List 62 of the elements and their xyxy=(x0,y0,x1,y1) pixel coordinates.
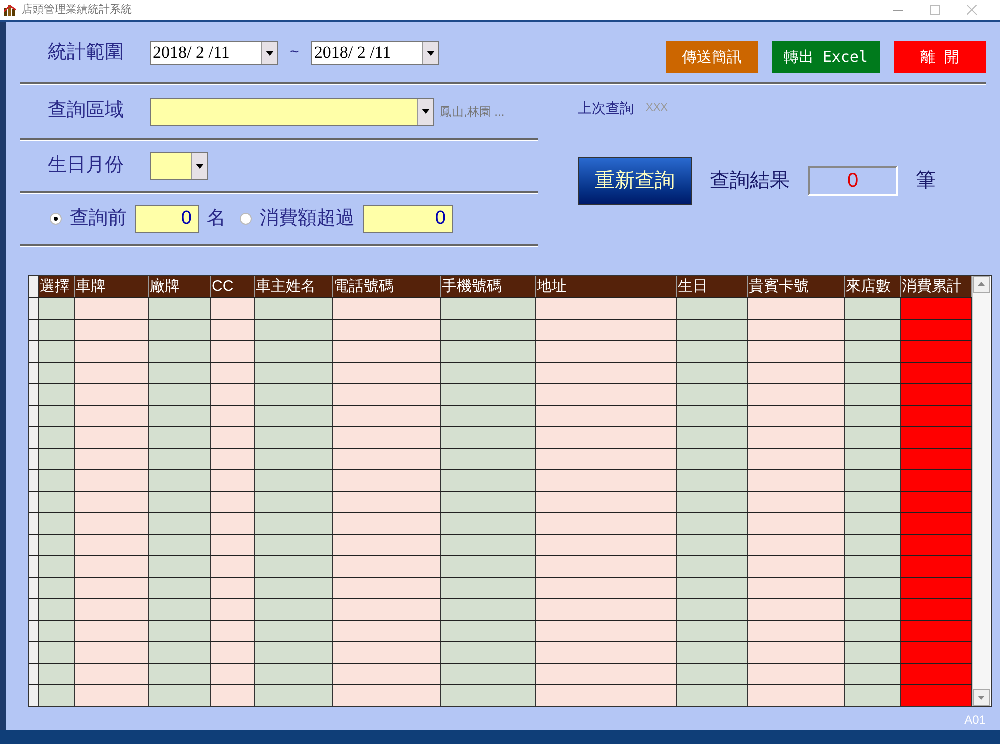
field-label: 生日月份 xyxy=(48,154,125,178)
result-unit: 筆 xyxy=(916,169,936,194)
action-button[interactable]: 離 開 xyxy=(894,41,986,73)
field-label: 查詢區域 xyxy=(48,99,125,124)
result-count: 0 xyxy=(808,166,898,196)
column-header[interactable]: CC xyxy=(211,276,255,297)
column-header[interactable]: 貴賓卡號 xyxy=(748,276,845,297)
row-header[interactable] xyxy=(29,470,39,490)
last-query-value: XXX xyxy=(646,100,668,116)
range-separator: ~ xyxy=(289,43,300,63)
row-header[interactable] xyxy=(29,427,39,448)
date-picker[interactable]: 2018/ 2 /11 xyxy=(311,41,440,65)
row-header[interactable] xyxy=(29,320,39,340)
row-header[interactable] xyxy=(29,578,39,598)
number-field[interactable]: 0 xyxy=(135,205,199,233)
scroll-down-icon[interactable] xyxy=(973,688,990,706)
row-header[interactable] xyxy=(29,556,39,576)
row-header[interactable] xyxy=(29,384,39,404)
row-header[interactable] xyxy=(29,685,39,706)
option-label: 查詢前 xyxy=(70,206,127,231)
column-header[interactable]: 選擇 xyxy=(39,276,75,297)
column-header[interactable]: 車牌 xyxy=(75,276,149,297)
number-field[interactable]: 0 xyxy=(363,205,453,233)
area-dropdown[interactable] xyxy=(150,98,434,126)
column-header[interactable]: 生日 xyxy=(677,276,748,297)
row-header[interactable] xyxy=(29,664,39,684)
row-header[interactable] xyxy=(29,298,39,318)
radio-button[interactable] xyxy=(240,213,252,225)
column-header[interactable]: 電話號碼 xyxy=(333,276,441,297)
requery-button[interactable]: 重新查詢 xyxy=(578,157,692,205)
corner-header[interactable] xyxy=(29,276,39,297)
row-header[interactable] xyxy=(29,620,39,641)
column-header[interactable]: 手機號碼 xyxy=(441,276,536,297)
action-button[interactable]: 傳送簡訊 xyxy=(666,41,758,73)
option-unit: 名 xyxy=(207,206,227,231)
scrollbar[interactable] xyxy=(972,276,990,706)
column-header[interactable]: 地址 xyxy=(536,276,677,297)
last-query-label: 上次查詢 xyxy=(578,98,634,118)
field-label: 統計範圍 xyxy=(48,40,125,65)
date-picker[interactable]: 2018/ 2 /11 xyxy=(150,41,278,65)
chart-icon xyxy=(4,4,18,16)
column-header[interactable]: 來店數 xyxy=(845,276,901,297)
action-button[interactable]: 轉出 Excel xyxy=(772,41,880,73)
scroll-up-icon[interactable] xyxy=(973,276,990,293)
row-header[interactable] xyxy=(29,534,39,555)
row-header[interactable] xyxy=(29,599,39,620)
row-header[interactable] xyxy=(29,448,39,469)
row-header[interactable] xyxy=(29,406,39,426)
row-header[interactable] xyxy=(29,362,39,383)
option-label: 消費額超過 xyxy=(260,206,355,231)
column-header[interactable]: 廠牌 xyxy=(149,276,211,297)
result-label: 查詢結果 xyxy=(710,169,790,194)
row-header[interactable] xyxy=(29,341,39,362)
window-title: 店頭管理業績統計系統 xyxy=(22,2,132,18)
row-header[interactable] xyxy=(29,513,39,534)
month-dropdown[interactable] xyxy=(150,152,208,180)
area-hint: 鳳山,林園 ... xyxy=(440,104,505,120)
radio-button[interactable] xyxy=(50,213,62,225)
row-header[interactable] xyxy=(29,642,39,662)
column-header[interactable]: 車主姓名 xyxy=(255,276,333,297)
screen-code: A01 xyxy=(964,712,986,728)
row-header[interactable] xyxy=(29,492,39,512)
